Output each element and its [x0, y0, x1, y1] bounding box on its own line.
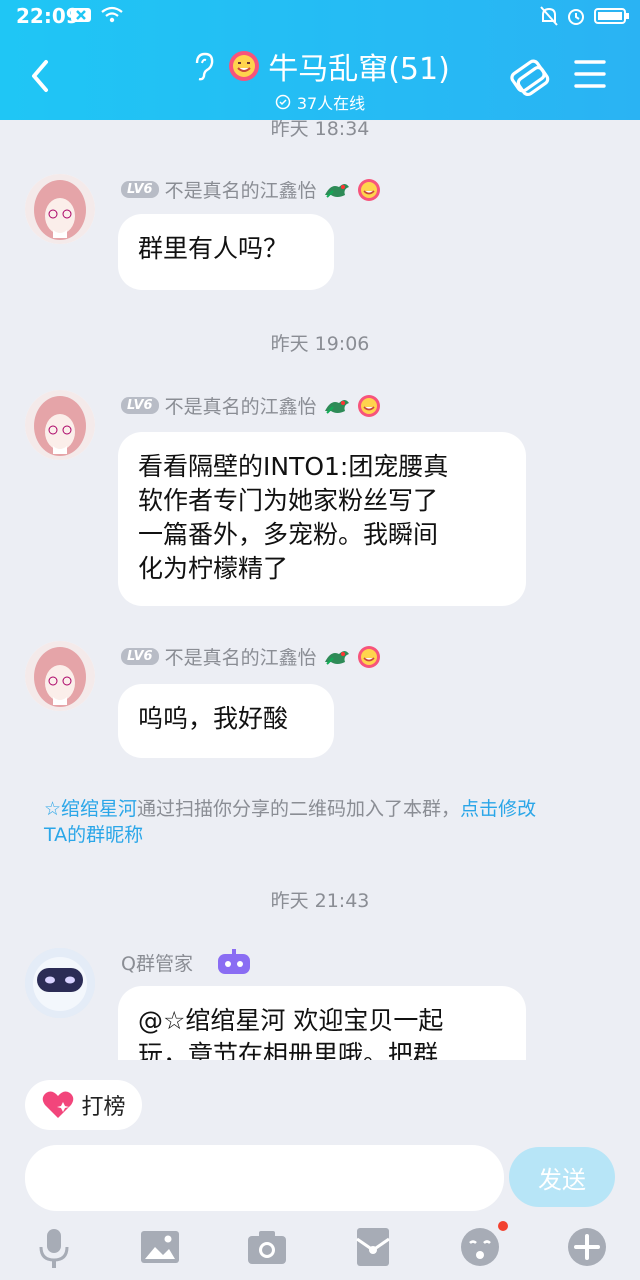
red-packet-icon[interactable]	[351, 1225, 395, 1269]
chat-header: 22:09 牛马乱窜(51) 37人在线	[0, 0, 640, 120]
robot-badge-icon	[217, 949, 250, 974]
sender-name[interactable]: 不是真名的江鑫怡	[165, 176, 317, 203]
online-check-icon	[275, 94, 291, 110]
message-bubble[interactable]: @☆绾绾星河 欢迎宝贝一起 玩，章节在相册里哦。把群	[118, 986, 526, 1060]
wifi-icon	[101, 6, 123, 23]
level-badge: LV6	[121, 181, 159, 198]
edit-nickname-link[interactable]: 点击修改	[460, 798, 536, 820]
dragon-badge-icon	[324, 399, 349, 414]
message-bubble[interactable]: 群里有人吗？	[118, 214, 334, 290]
image-icon[interactable]	[138, 1225, 182, 1269]
level-badge: LV6	[121, 648, 159, 665]
smiley-flower-icon	[229, 51, 260, 81]
message-bubble[interactable]: 呜呜，我好酸	[118, 684, 334, 758]
notification-dot	[498, 1221, 508, 1231]
message-list[interactable]: 昨天 18:34 LV6 不是真名的江鑫怡 群里有人吗？ 昨天 19:06 LV…	[0, 120, 640, 1060]
heart-sparkle-icon	[43, 1091, 74, 1118]
sender-name[interactable]: Q群管家	[121, 949, 193, 976]
smiley-flower-icon	[357, 178, 380, 201]
message-bubble[interactable]: 看看隔壁的INTO1:团宠腰真 软作者专门为她家粉丝写了 一篇番外，多宠粉。我瞬…	[118, 432, 526, 606]
smiley-flower-icon	[357, 394, 380, 417]
sender-info: Q群管家	[121, 948, 253, 976]
sender-info: LV6 不是真名的江鑫怡	[121, 643, 381, 670]
alarm-icon	[568, 9, 584, 25]
input-toolbar	[0, 1215, 640, 1280]
dragon-badge-icon	[324, 183, 349, 198]
message-line: 看看隔壁的INTO1:团宠腰真	[138, 452, 449, 481]
dragon-badge-icon	[324, 650, 349, 665]
send-button[interactable]: 发送	[509, 1147, 615, 1207]
emoji-icon	[461, 1228, 499, 1266]
joined-user-link[interactable]: ☆绾绾星河	[44, 798, 137, 820]
system-notice: ☆绾绾星河通过扫描你分享的二维码加入了本群，点击修改 TA的群昵称	[44, 796, 604, 848]
emoji-button[interactable]	[458, 1221, 508, 1269]
battery-icon	[594, 8, 629, 24]
message-line: 玩，章节在相册里哦。把群	[138, 1040, 439, 1060]
microphone-icon[interactable]	[32, 1225, 76, 1269]
dabang-label: 打榜	[81, 1095, 126, 1120]
group-title[interactable]: 牛马乱窜(51)	[268, 44, 450, 88]
avatar[interactable]	[25, 641, 95, 711]
message-line: 软作者专门为她家粉丝写了	[138, 486, 439, 515]
avatar[interactable]	[25, 390, 95, 460]
anime-girl-avatar-icon	[25, 641, 95, 711]
timestamp: 昨天 18:34	[270, 120, 370, 140]
message-line: 一篇番外，多宠粉。我瞬间	[138, 520, 439, 549]
level-badge: LV6	[121, 397, 159, 414]
message-line: 化为柠檬精了	[138, 554, 289, 583]
timestamp: 昨天 21:43	[270, 890, 370, 912]
sync-icon[interactable]	[506, 54, 552, 100]
anime-girl-avatar-icon	[25, 390, 95, 460]
dabang-chip[interactable]: 打榜	[25, 1080, 142, 1130]
avatar[interactable]	[25, 174, 95, 244]
bot-avatar[interactable]	[25, 948, 95, 1018]
edit-nickname-link-cont[interactable]: TA的群昵称	[44, 824, 143, 846]
bell-off-icon	[540, 6, 558, 26]
message-line: @☆绾绾星河 欢迎宝贝一起	[138, 1006, 444, 1035]
smiley-flower-icon	[357, 645, 380, 668]
timestamp: 昨天 19:06	[270, 333, 370, 355]
robot-avatar-icon	[25, 948, 95, 1018]
sender-name[interactable]: 不是真名的江鑫怡	[165, 643, 317, 670]
message-input[interactable]	[25, 1145, 504, 1211]
system-notice-text: 通过扫描你分享的二维码加入了本群，	[137, 798, 461, 820]
plus-icon[interactable]	[565, 1225, 609, 1269]
camera-icon[interactable]	[245, 1225, 289, 1269]
ear-icon[interactable]	[190, 51, 216, 81]
sender-info: LV6 不是真名的江鑫怡	[121, 176, 381, 203]
anime-girl-avatar-icon	[25, 174, 95, 244]
online-count: 37人在线	[296, 94, 366, 113]
status-bar: 22:09	[0, 0, 640, 34]
notification-icon	[71, 8, 91, 22]
sender-info: LV6 不是真名的江鑫怡	[121, 392, 381, 419]
menu-icon[interactable]	[572, 54, 608, 94]
sender-name[interactable]: 不是真名的江鑫怡	[165, 392, 317, 419]
